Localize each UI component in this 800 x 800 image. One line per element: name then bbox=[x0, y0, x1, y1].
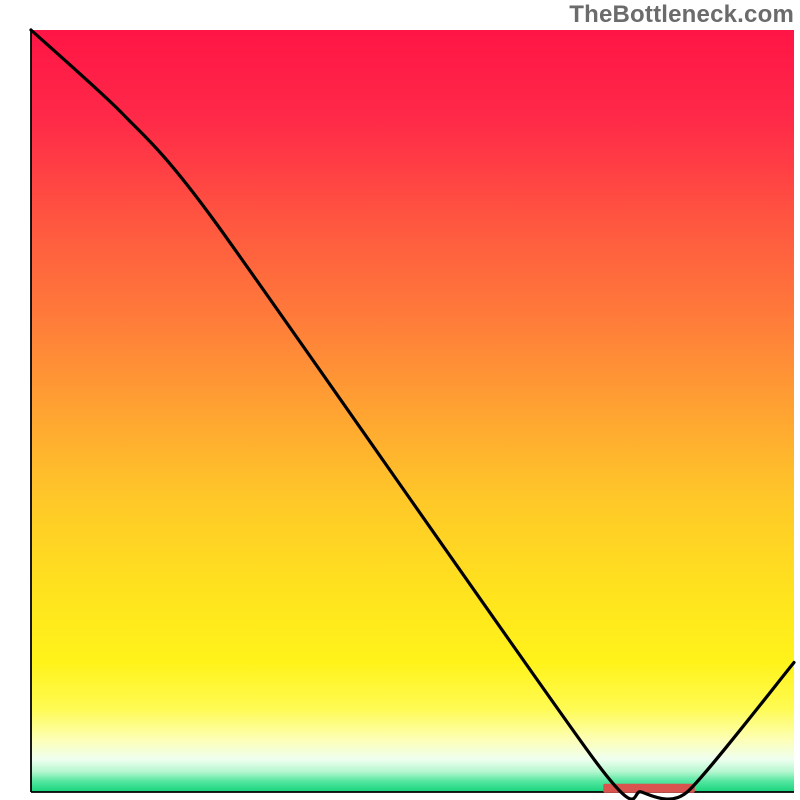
bottleneck-chart bbox=[0, 0, 800, 800]
plot-gradient-background bbox=[31, 30, 794, 792]
watermark-text: TheBottleneck.com bbox=[569, 1, 794, 29]
chart-stage: TheBottleneck.com bbox=[0, 0, 800, 800]
